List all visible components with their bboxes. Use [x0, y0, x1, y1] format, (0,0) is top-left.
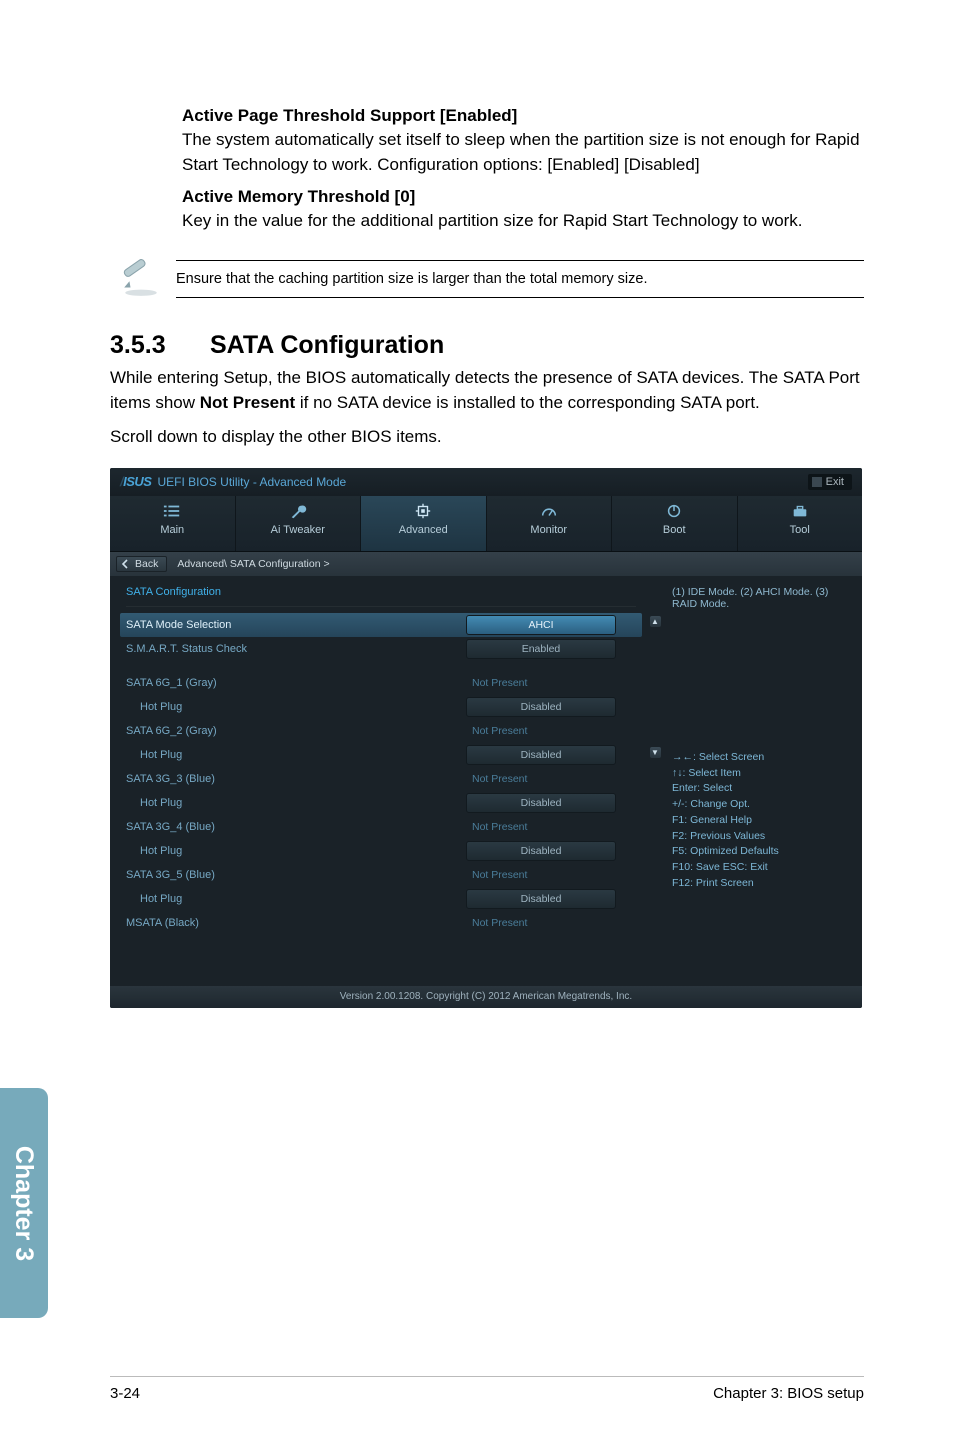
paragraph: Scroll down to display the other BIOS it… [110, 425, 864, 450]
toolbox-icon [738, 502, 863, 520]
page-number: 3-24 [110, 1385, 140, 1402]
status-not-present: Not Present [466, 821, 527, 833]
arrow-left-icon [121, 559, 131, 569]
tab-tool[interactable]: Tool [738, 496, 863, 551]
note-text: Ensure that the caching partition size i… [176, 260, 864, 298]
note-pencil-icon [120, 256, 176, 303]
row-sata5-hotplug[interactable]: Hot Plug Disabled [126, 887, 636, 911]
value-hotplug[interactable]: Disabled [466, 889, 616, 909]
status-not-present: Not Present [466, 725, 527, 737]
status-not-present: Not Present [466, 869, 527, 881]
door-icon [812, 477, 822, 487]
panel-heading: SATA Configuration [126, 586, 636, 607]
paragraph: Key in the value for the additional part… [182, 209, 864, 234]
row-sata2-hotplug[interactable]: Hot Plug Disabled [126, 743, 636, 767]
subheading-active-memory: Active Memory Threshold [0] [182, 187, 864, 207]
tab-advanced[interactable]: Advanced [361, 496, 487, 551]
bios-title: UEFI BIOS Utility - Advanced Mode [157, 475, 346, 489]
footer-chapter: Chapter 3: BIOS setup [713, 1385, 864, 1402]
row-sata5: SATA 3G_5 (Blue) Not Present [126, 863, 636, 887]
gauge-icon [487, 502, 612, 520]
breadcrumb: Back Advanced\ SATA Configuration > [110, 552, 862, 576]
subheading-active-page: Active Page Threshold Support [Enabled] [182, 106, 864, 126]
row-sata1: SATA 6G_1 (Gray) Not Present [126, 671, 636, 695]
row-sata4: SATA 3G_4 (Blue) Not Present [126, 815, 636, 839]
wrench-icon [236, 502, 361, 520]
bios-screenshot: /ISUS UEFI BIOS Utility - Advanced Mode … [110, 468, 862, 1008]
paragraph: The system automatically set itself to s… [182, 128, 864, 177]
row-smart[interactable]: S.M.A.R.T. Status Check Enabled [126, 637, 636, 661]
scroll-up-button[interactable]: ▲ [650, 616, 661, 627]
tab-ai-tweaker[interactable]: Ai Tweaker [236, 496, 362, 551]
paragraph: While entering Setup, the BIOS automatic… [110, 366, 864, 415]
tab-boot[interactable]: Boot [612, 496, 738, 551]
value-hotplug[interactable]: Disabled [466, 697, 616, 717]
value-hotplug[interactable]: Disabled [466, 793, 616, 813]
status-not-present: Not Present [466, 677, 527, 689]
bios-version-footer: Version 2.00.1208. Copyright (C) 2012 Am… [110, 986, 862, 1008]
row-sata1-hotplug[interactable]: Hot Plug Disabled [126, 695, 636, 719]
row-sata-mode[interactable]: SATA Mode Selection AHCI [120, 613, 642, 637]
tab-monitor[interactable]: Monitor [487, 496, 613, 551]
key-help: →←: Select Screen ↑↓: Select Item Enter:… [672, 750, 850, 892]
exit-label: Exit [826, 476, 844, 488]
value-smart[interactable]: Enabled [466, 639, 616, 659]
scroll-down-button[interactable]: ▼ [650, 747, 661, 758]
row-sata2: SATA 6G_2 (Gray) Not Present [126, 719, 636, 743]
breadcrumb-path: Advanced\ SATA Configuration > [177, 558, 329, 570]
value-sata-mode[interactable]: AHCI [466, 615, 616, 635]
power-icon [612, 502, 737, 520]
section-title: SATA Configuration [210, 331, 444, 359]
value-hotplug[interactable]: Disabled [466, 745, 616, 765]
bios-help-panel: (1) IDE Mode. (2) AHCI Mode. (3) RAID Mo… [662, 576, 862, 986]
scrollbar[interactable]: ▲ ▼ [648, 576, 662, 986]
row-sata3-hotplug[interactable]: Hot Plug Disabled [126, 791, 636, 815]
chapter-side-tab: Chapter 3 [0, 1088, 48, 1318]
row-sata4-hotplug[interactable]: Hot Plug Disabled [126, 839, 636, 863]
value-hotplug[interactable]: Disabled [466, 841, 616, 861]
page-footer: 3-24 Chapter 3: BIOS setup [110, 1376, 864, 1402]
list-icon [110, 502, 235, 520]
tab-main[interactable]: Main [110, 496, 236, 551]
note-callout: Ensure that the caching partition size i… [120, 256, 864, 303]
bios-titlebar: /ISUS UEFI BIOS Utility - Advanced Mode … [110, 468, 862, 496]
status-not-present: Not Present [466, 773, 527, 785]
back-button[interactable]: Back [116, 556, 167, 572]
bios-main-menu: Main Ai Tweaker Advanced Monitor Boot To… [110, 496, 862, 552]
section-heading: 3.5.3SATA Configuration [110, 331, 864, 360]
chip-icon [361, 502, 486, 520]
asus-logo: /ISUS [120, 474, 151, 489]
section-number: 3.5.3 [110, 331, 210, 360]
bios-settings-panel: SATA Configuration SATA Mode Selection A… [110, 576, 648, 986]
exit-button[interactable]: Exit [808, 474, 852, 490]
row-sata3: SATA 3G_3 (Blue) Not Present [126, 767, 636, 791]
status-not-present: Not Present [466, 917, 527, 929]
option-description: (1) IDE Mode. (2) AHCI Mode. (3) RAID Mo… [672, 586, 850, 610]
row-msata: MSATA (Black) Not Present [126, 911, 636, 935]
